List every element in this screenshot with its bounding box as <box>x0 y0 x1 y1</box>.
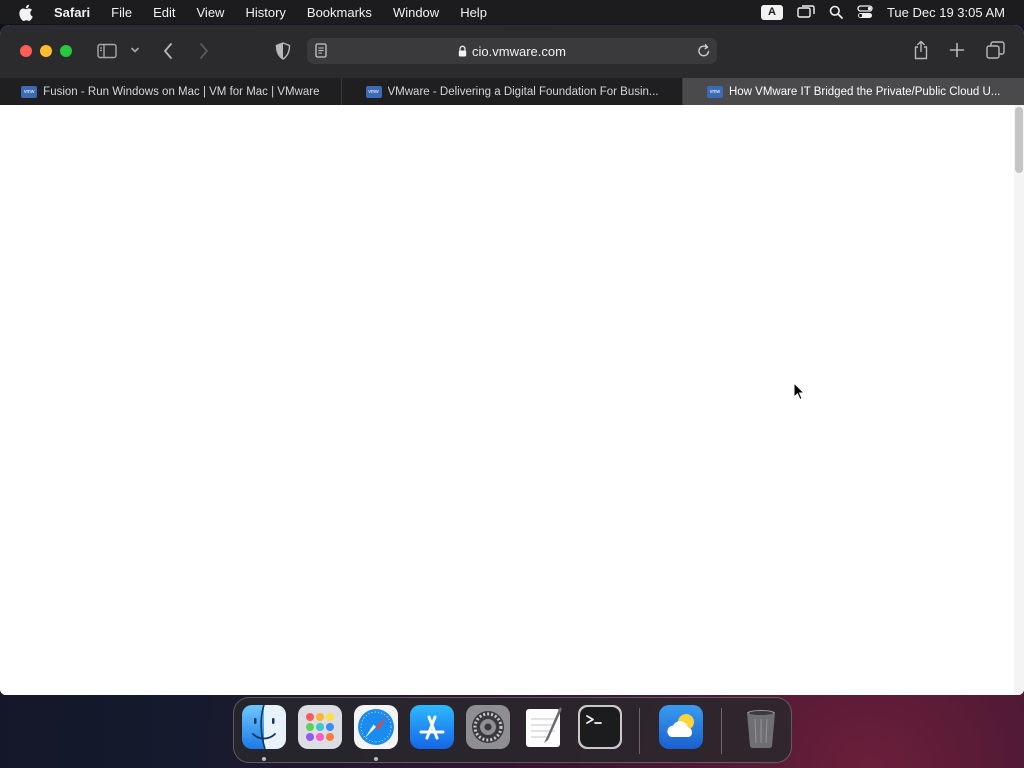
control-center-icon[interactable] <box>857 5 873 19</box>
lock-icon <box>458 45 467 57</box>
tab-bar: vmw Fusion - Run Windows on Mac | VM for… <box>0 78 1024 105</box>
chevron-down-icon[interactable] <box>130 46 140 54</box>
screen-mirroring-icon[interactable] <box>797 5 815 19</box>
menu-history[interactable]: History <box>245 5 285 20</box>
safari-window: cio.vmware.com vmw Fusion - Run Windows … <box>0 25 1024 695</box>
tab-fusion[interactable]: vmw Fusion - Run Windows on Mac | VM for… <box>0 78 342 105</box>
textedit-dock-icon[interactable] <box>522 705 566 749</box>
dock-separator <box>639 708 640 754</box>
trash-dock-icon[interactable] <box>739 705 783 749</box>
back-button-icon[interactable] <box>162 42 174 60</box>
window-minimize-button[interactable] <box>40 45 52 57</box>
menu-file[interactable]: File <box>111 5 132 20</box>
menu-view[interactable]: View <box>197 5 225 20</box>
tab-overview-icon[interactable] <box>986 41 1005 59</box>
tab-title: Fusion - Run Windows on Mac | VM for Mac… <box>43 85 320 98</box>
menu-bar: Safari File Edit View History Bookmarks … <box>0 0 1024 24</box>
menu-bookmarks[interactable]: Bookmarks <box>307 5 372 20</box>
menu-app-safari[interactable]: Safari <box>54 5 90 20</box>
terminal-dock-icon[interactable] <box>578 705 622 749</box>
sidebar-toggle-icon[interactable] <box>97 43 117 59</box>
address-bar[interactable]: cio.vmware.com <box>307 38 717 64</box>
finder-dock-icon[interactable] <box>242 704 286 750</box>
new-tab-plus-icon[interactable] <box>949 42 965 58</box>
dock-separator <box>721 708 722 754</box>
weather-dock-icon[interactable] <box>659 705 703 749</box>
vmware-favicon-icon: vmw <box>706 85 723 98</box>
web-page-content[interactable] <box>0 105 1024 695</box>
spotlight-search-icon[interactable] <box>829 5 843 19</box>
dock <box>233 697 792 763</box>
finder-running-indicator <box>262 757 266 761</box>
input-source-icon[interactable]: A <box>760 4 783 20</box>
apple-menu-icon[interactable] <box>18 3 34 21</box>
url-text[interactable]: cio.vmware.com <box>472 44 566 59</box>
tab-vmware-it-cloud-active[interactable]: vmw How VMware IT Bridged the Private/Pu… <box>683 78 1024 105</box>
system-preferences-dock-icon[interactable] <box>466 705 510 749</box>
app-store-dock-icon[interactable] <box>410 705 454 749</box>
safari-toolbar: cio.vmware.com <box>0 25 1024 78</box>
menu-edit[interactable]: Edit <box>153 5 175 20</box>
tab-vmware-digital-foundation[interactable]: vmw VMware - Delivering a Digital Founda… <box>342 78 684 105</box>
privacy-report-shield-icon[interactable] <box>275 42 291 60</box>
scrollbar-thumb[interactable] <box>1015 107 1023 173</box>
tab-title: VMware - Delivering a Digital Foundation… <box>387 85 659 98</box>
vertical-scrollbar[interactable] <box>1014 105 1024 695</box>
forward-button-icon[interactable] <box>198 42 210 60</box>
safari-dock-icon[interactable] <box>354 705 398 749</box>
reader-mode-icon[interactable] <box>315 43 327 61</box>
safari-running-indicator <box>374 757 378 761</box>
vmware-favicon-icon: vmw <box>21 85 38 98</box>
reload-icon[interactable] <box>697 43 711 61</box>
menu-bar-clock[interactable]: Tue Dec 19 3:05 AM <box>887 5 1005 20</box>
share-icon[interactable] <box>912 40 930 60</box>
menu-help[interactable]: Help <box>460 5 487 20</box>
mouse-pointer-icon <box>793 381 806 406</box>
tab-title: How VMware IT Bridged the Private/Public… <box>728 85 1001 98</box>
window-close-button[interactable] <box>20 45 32 57</box>
launchpad-dock-icon[interactable] <box>298 705 342 749</box>
menu-window[interactable]: Window <box>393 5 439 20</box>
window-zoom-button[interactable] <box>60 45 72 57</box>
vmware-favicon-icon: vmw <box>365 85 382 98</box>
